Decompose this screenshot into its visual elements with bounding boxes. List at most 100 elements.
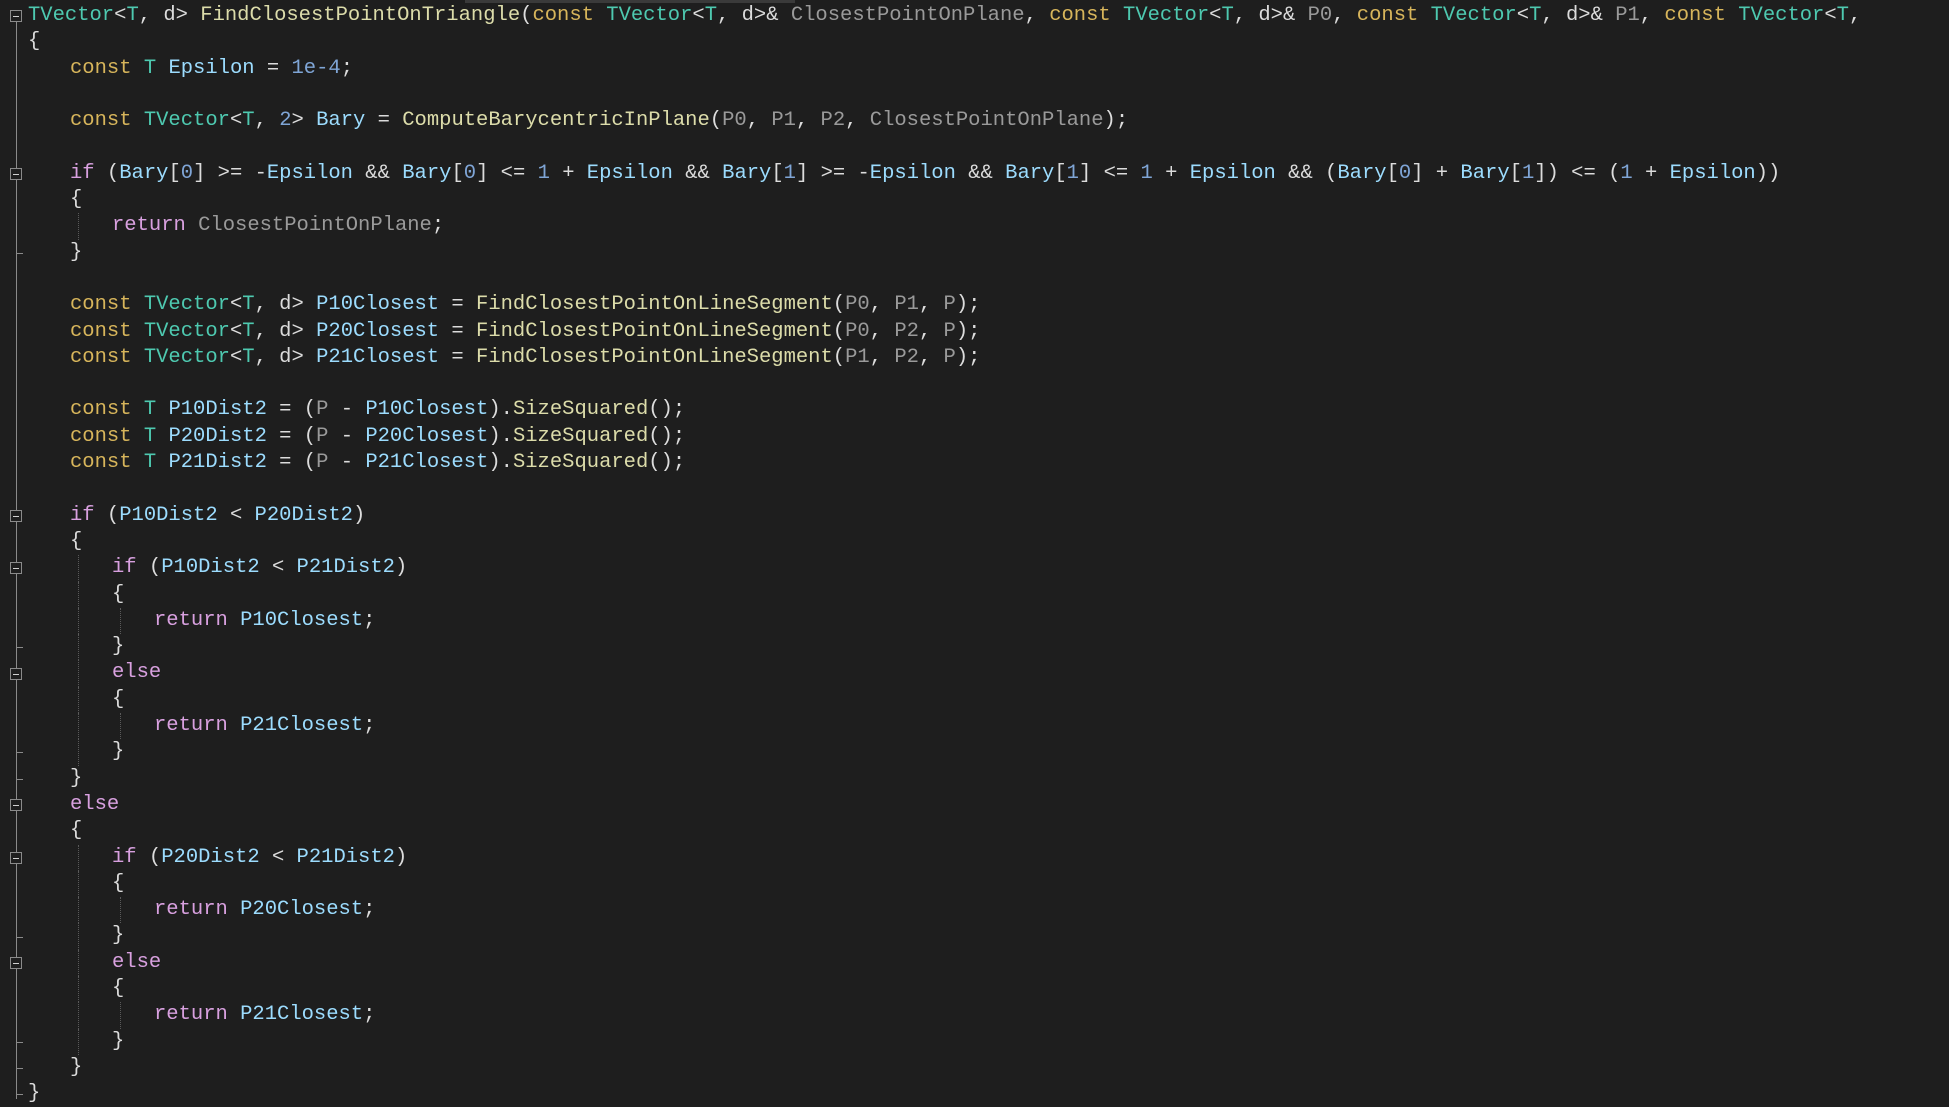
code-token: ; [363, 714, 376, 738]
code-token: [ [1054, 161, 1067, 185]
fold-collapse-icon[interactable] [10, 799, 22, 811]
code-token: , [869, 293, 895, 317]
code-line[interactable]: { [28, 870, 1861, 898]
code-line[interactable]: else [28, 792, 1861, 818]
code-line[interactable]: } [28, 1055, 1861, 1081]
code-token: const [70, 345, 132, 369]
code-line[interactable]: const T Epsilon = 1e-4; [28, 56, 1861, 82]
code-token: ( [136, 845, 162, 869]
fold-collapse-icon[interactable] [10, 167, 22, 180]
code-line[interactable]: return ClosestPointOnPlane; [28, 213, 1861, 240]
code-line[interactable]: { [28, 29, 1861, 55]
fold-collapse-icon[interactable] [10, 509, 22, 522]
code-token: Epsilon [869, 161, 956, 185]
code-token: ] <= [476, 161, 538, 185]
code-token: else [70, 792, 120, 816]
fold-collapse-icon[interactable] [10, 851, 22, 864]
code-line[interactable]: return P21Closest; [28, 713, 1861, 740]
code-token: P21Dist2 [168, 451, 267, 475]
code-token: ComputeBarycentricInPlane [402, 109, 710, 133]
code-line[interactable]: const T P10Dist2 = (P - P10Closest).Size… [28, 397, 1861, 423]
code-token: ); [955, 293, 981, 317]
code-line[interactable]: { [28, 818, 1861, 844]
code-line[interactable]: else [28, 949, 1861, 976]
code-line[interactable]: } [28, 739, 1861, 766]
code-line[interactable]: } [28, 1081, 1861, 1107]
code-token: , d>& [1541, 4, 1616, 27]
code-token: ); [955, 319, 981, 343]
code-line[interactable] [28, 266, 1861, 292]
code-line[interactable]: if (P10Dist2 < P21Dist2) [28, 555, 1861, 582]
code-token: < [229, 345, 243, 369]
code-token: TVector [143, 293, 230, 317]
fold-collapse-icon[interactable] [10, 667, 22, 680]
code-line[interactable]: TVector<T, d> FindClosestPointOnTriangle… [28, 3, 1861, 29]
code-token: const [532, 4, 594, 27]
code-line[interactable]: { [28, 975, 1861, 1003]
indent-guide [78, 844, 79, 871]
code-line[interactable]: { [28, 581, 1861, 608]
code-line[interactable]: } [28, 923, 1861, 950]
code-token: ( [94, 161, 120, 185]
code-line[interactable] [28, 476, 1861, 502]
code-line[interactable]: const TVector<T, d> P10Closest = FindClo… [28, 292, 1861, 318]
code-line[interactable]: const T P21Dist2 = (P - P21Closest).Size… [28, 450, 1861, 476]
code-token: ) [394, 556, 408, 580]
code-token: < [259, 845, 297, 869]
code-token: Epsilon [1189, 161, 1276, 185]
code-line[interactable]: return P10Closest; [28, 607, 1861, 635]
code-token: + [1632, 161, 1670, 185]
indent-guide [78, 949, 79, 976]
code-line[interactable] [28, 134, 1861, 160]
code-token: (); [648, 451, 686, 475]
indent-guide [78, 607, 79, 635]
code-token: P10Dist2 [161, 556, 260, 580]
indent-guide [120, 897, 121, 924]
code-line[interactable]: } [28, 634, 1861, 661]
code-line[interactable] [28, 371, 1861, 397]
code-token: const [70, 56, 132, 80]
code-line[interactable]: const TVector<T, d> P20Closest = FindClo… [28, 319, 1861, 345]
code-token: , d> [254, 293, 317, 317]
code-line[interactable]: } [28, 766, 1861, 792]
code-token: , [746, 109, 772, 133]
code-token: { [28, 30, 41, 54]
code-token: P [316, 424, 329, 448]
indent-guide [120, 1002, 121, 1029]
code-token: Epsilon [586, 161, 673, 185]
code-token: , [1848, 4, 1862, 27]
code-line[interactable]: if (P10Dist2 < P20Dist2) [28, 503, 1861, 529]
code-line[interactable]: return P21Closest; [28, 1002, 1861, 1029]
code-line[interactable]: const TVector<T, 2> Bary = ComputeBaryce… [28, 108, 1861, 134]
indent-guide [78, 555, 79, 582]
code-line[interactable]: { [28, 686, 1861, 714]
code-line[interactable]: { [28, 187, 1861, 213]
code-line[interactable] [28, 82, 1861, 108]
code-line[interactable]: { [28, 529, 1861, 555]
code-token: ( [136, 556, 162, 580]
code-token: [ [771, 161, 784, 185]
code-token: , d>& [1233, 4, 1308, 27]
code-token: return [154, 608, 228, 632]
code-token: if [70, 503, 95, 527]
fold-collapse-icon[interactable] [10, 562, 22, 575]
code-line[interactable]: const T P20Dist2 = (P - P20Closest).Size… [28, 424, 1861, 450]
code-line[interactable]: if (P20Dist2 < P21Dist2) [28, 844, 1861, 871]
code-line[interactable]: } [28, 240, 1861, 266]
code-line[interactable]: } [28, 1028, 1861, 1055]
fold-collapse-icon[interactable] [10, 956, 22, 969]
code-editor[interactable]: TVector<T, d> FindClosestPointOnTriangle… [0, 0, 1949, 1106]
code-area[interactable]: TVector<T, d> FindClosestPointOnTriangle… [28, 3, 1861, 1107]
code-line[interactable]: else [28, 660, 1861, 687]
fold-collapse-icon[interactable] [10, 10, 22, 22]
code-line[interactable]: return P20Closest; [28, 897, 1861, 924]
code-line[interactable]: const TVector<T, d> P21Closest = FindClo… [28, 345, 1861, 371]
code-line[interactable]: if (Bary[0] >= -Epsilon && Bary[0] <= 1 … [28, 161, 1861, 187]
code-token: ] >= - [193, 161, 267, 185]
